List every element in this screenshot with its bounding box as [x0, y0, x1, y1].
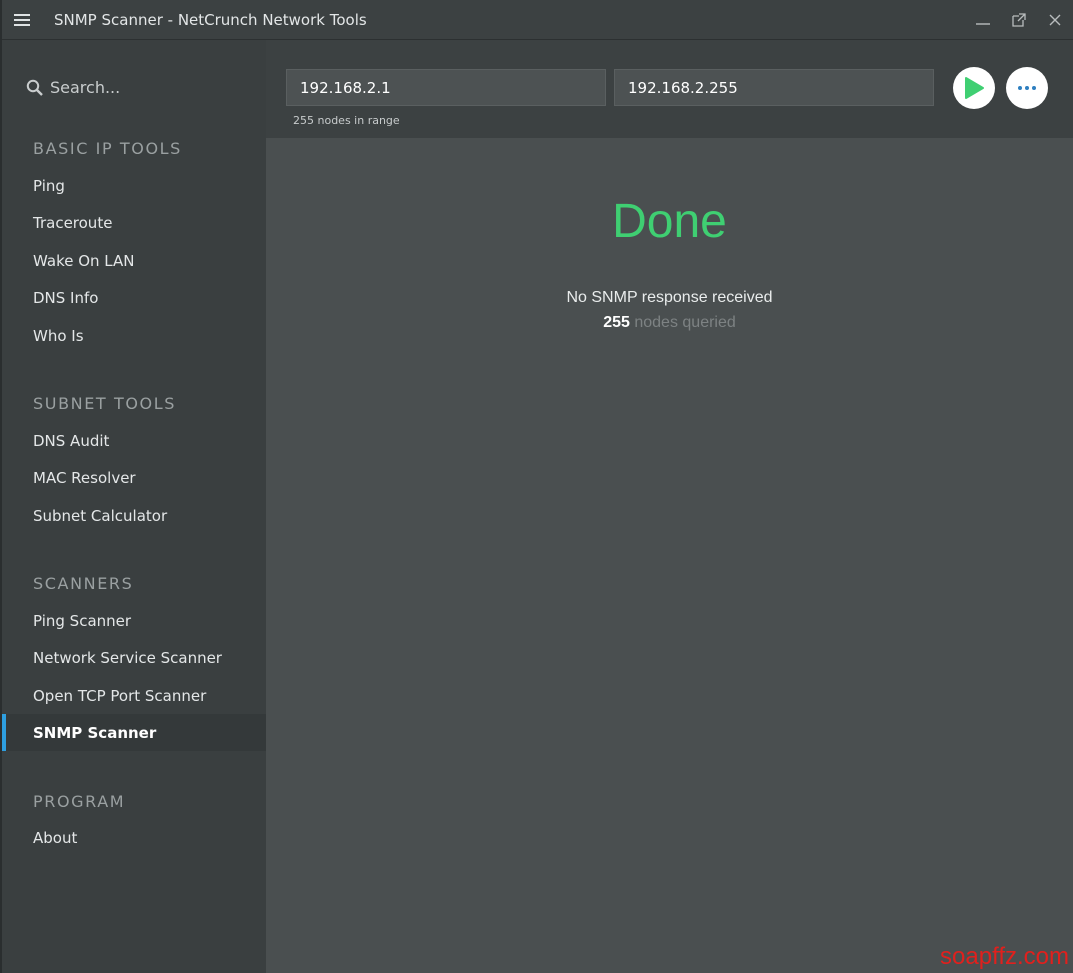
search-icon	[26, 79, 43, 96]
close-button[interactable]	[1037, 0, 1073, 40]
results-panel: Done No SNMP response received 255 nodes…	[266, 138, 1073, 973]
sidebar-item-ping[interactable]: Ping	[2, 167, 266, 204]
nodes-queried-count: 255	[603, 314, 630, 331]
play-icon	[965, 77, 984, 99]
sidebar-item-ping-scanner[interactable]: Ping Scanner	[2, 602, 266, 639]
sidebar-item-mac-resolver[interactable]: MAC Resolver	[2, 459, 266, 496]
section-title-program: PROGRAM	[33, 792, 126, 811]
popout-button[interactable]	[1001, 0, 1037, 40]
status-text: Done	[612, 195, 727, 248]
sidebar-item-subnet-calculator[interactable]: Subnet Calculator	[2, 497, 266, 534]
sidebar: Search... BASIC IP TOOLS Ping Traceroute…	[2, 40, 266, 973]
minimize-icon	[976, 23, 990, 25]
popout-icon	[1012, 13, 1026, 27]
sidebar-item-dns-info[interactable]: DNS Info	[2, 279, 266, 316]
menu-icon[interactable]	[14, 13, 30, 26]
section-title-scanners: SCANNERS	[33, 574, 134, 593]
watermark: soapffz.com	[940, 943, 1069, 970]
sidebar-item-wake-on-lan[interactable]: Wake On LAN	[2, 242, 266, 279]
run-button[interactable]	[953, 67, 995, 109]
minimize-button[interactable]	[965, 0, 1001, 40]
window-controls	[965, 0, 1073, 40]
nodes-queried: 255 nodes queried	[266, 314, 1073, 332]
window-title: SNMP Scanner - NetCrunch Network Tools	[54, 10, 367, 29]
section-title-subnet-tools: SUBNET TOOLS	[33, 394, 177, 413]
close-icon	[1049, 14, 1061, 26]
sidebar-item-network-service-scanner[interactable]: Network Service Scanner	[2, 639, 266, 676]
more-options-icon	[1018, 86, 1036, 90]
sidebar-item-open-tcp-port-scanner[interactable]: Open TCP Port Scanner	[2, 677, 266, 714]
sidebar-item-traceroute[interactable]: Traceroute	[2, 204, 266, 241]
title-bar: SNMP Scanner - NetCrunch Network Tools	[2, 0, 1073, 40]
result-message: No SNMP response received	[566, 289, 773, 306]
sidebar-item-who-is[interactable]: Who Is	[2, 317, 266, 354]
sidebar-item-dns-audit[interactable]: DNS Audit	[2, 422, 266, 459]
end-ip-input[interactable]	[614, 69, 934, 106]
nodes-queried-label: nodes queried	[634, 314, 736, 331]
start-ip-input[interactable]	[286, 69, 606, 106]
sidebar-item-about[interactable]: About	[2, 819, 266, 856]
more-options-button[interactable]	[1006, 67, 1048, 109]
search-box[interactable]: Search...	[26, 78, 120, 97]
range-toolbar: 255 nodes in range	[266, 40, 1073, 138]
section-title-basic-ip-tools: BASIC IP TOOLS	[33, 139, 182, 158]
search-placeholder: Search...	[50, 78, 121, 97]
sidebar-item-snmp-scanner[interactable]: SNMP Scanner	[2, 714, 266, 751]
app-window: SNMP Scanner - NetCrunch Network Tools S…	[0, 0, 1073, 973]
range-hint: 255 nodes in range	[293, 114, 400, 127]
